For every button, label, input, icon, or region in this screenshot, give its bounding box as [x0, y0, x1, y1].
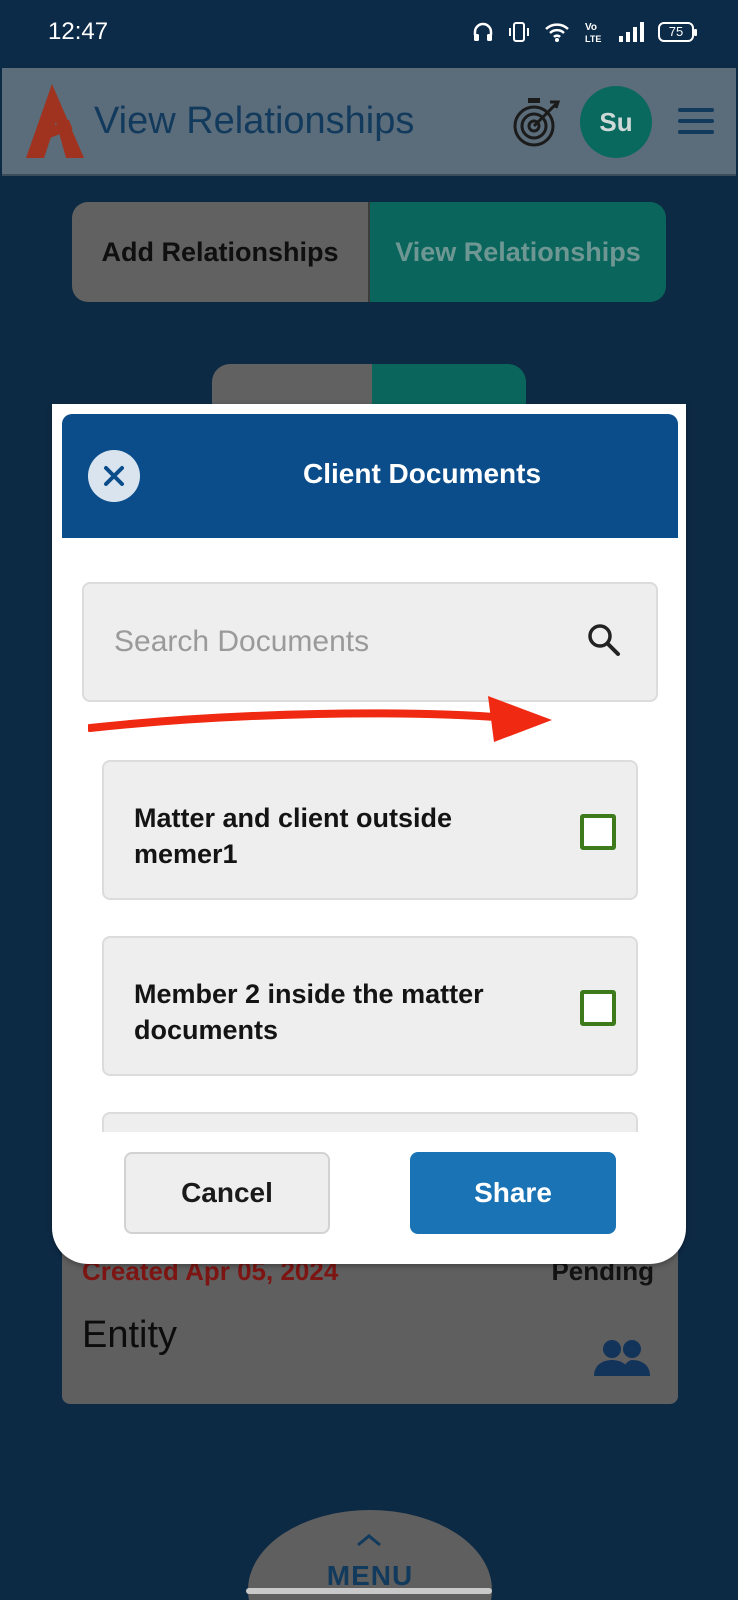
list-item[interactable]: Member 2 inside the matter documents: [102, 936, 638, 1076]
people-icon: [594, 1340, 650, 1376]
list-item[interactable]: Matter and client outside memer1: [102, 760, 638, 900]
chevron-up-icon: [357, 1534, 381, 1547]
page-title: View Relationships: [94, 100, 415, 142]
volte-icon: VoLTE: [585, 22, 601, 44]
close-icon: [104, 466, 124, 486]
battery-icon: 75: [658, 22, 697, 42]
signal-icon: [619, 22, 644, 42]
card-title: Entity: [82, 1314, 178, 1356]
status-icons: Vo LTE 75: [472, 20, 697, 44]
document-checkbox[interactable]: [580, 814, 616, 850]
client-documents-modal: Client Documents Matter and client outsi…: [52, 404, 686, 1264]
annotation-arrow: [88, 696, 552, 742]
cancel-button[interactable]: Cancel: [124, 1152, 330, 1234]
document-checkbox[interactable]: [580, 990, 616, 1026]
document-label: Matter and client outside memer1: [134, 803, 453, 869]
status-time: 12:47: [48, 18, 109, 45]
tab-add-relationships[interactable]: Add Relationships: [72, 202, 368, 302]
search-box: [82, 582, 658, 702]
hamburger-menu-icon[interactable]: [678, 108, 714, 136]
wifi-icon: [545, 23, 569, 42]
svg-text:LTE: LTE: [585, 34, 601, 44]
tab-view-relationships[interactable]: View Relationships: [368, 202, 666, 302]
svg-text:Vo: Vo: [585, 22, 597, 33]
search-icon[interactable]: [584, 620, 624, 660]
headphones-icon: [473, 22, 493, 41]
document-list: Matter and client outside memer1 Member …: [102, 760, 638, 1132]
modal-title: Client Documents: [302, 458, 542, 489]
vibrate-icon: [509, 22, 529, 42]
modal-header: Client Documents: [62, 414, 678, 538]
relationship-tabs: Add Relationships View Relationships: [72, 202, 666, 302]
user-avatar[interactable]: Su: [580, 86, 652, 158]
app-logo: [26, 84, 84, 158]
share-button[interactable]: Share: [410, 1152, 616, 1234]
list-item[interactable]: [102, 1112, 638, 1132]
status-bar: 12:47 Vo LTE 75: [0, 0, 738, 66]
document-label: Member 2 inside the matter documents: [134, 979, 484, 1045]
close-button[interactable]: [88, 450, 140, 502]
home-indicator: [246, 1588, 492, 1594]
search-input[interactable]: [114, 620, 554, 664]
target-timer-icon[interactable]: [512, 96, 562, 148]
app-header: View Relationships Su: [2, 68, 736, 176]
